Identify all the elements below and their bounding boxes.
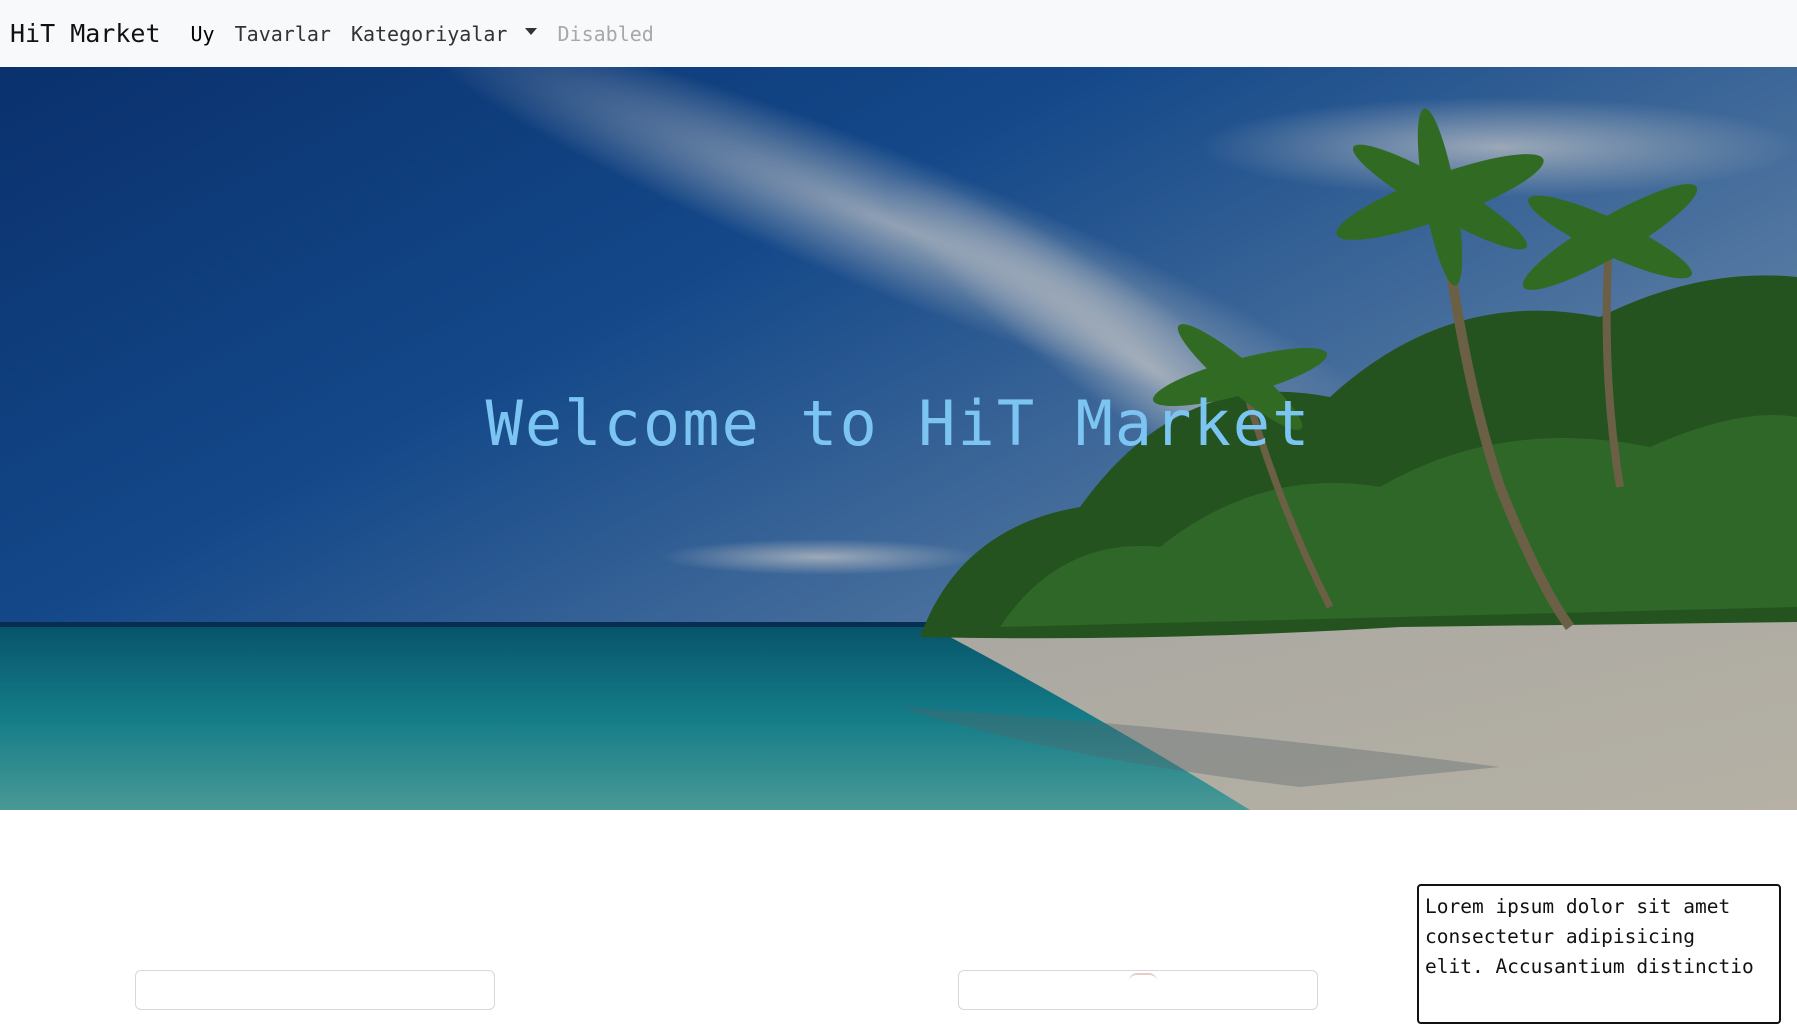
hero-title: Welcome to HiT Market xyxy=(485,387,1312,460)
product-card[interactable] xyxy=(958,970,1318,1010)
navbar: HiT Market Uy Tavarlar Kategoriyalar Dis… xyxy=(0,0,1797,67)
caret-down-icon xyxy=(525,28,538,35)
brand-link[interactable]: HiT Market xyxy=(10,19,161,48)
nav-link-tavarlar[interactable]: Tavarlar xyxy=(235,22,331,46)
nav-link-disabled: Disabled xyxy=(557,21,654,46)
nav-link-uy[interactable]: Uy xyxy=(191,22,215,46)
product-card[interactable] xyxy=(135,970,495,1010)
hero-banner: Welcome to HiT Market xyxy=(0,67,1797,810)
nav-dropdown-kategoriyalar[interactable]: Kategoriyalar xyxy=(351,22,538,46)
nav-dropdown-label: Kategoriyalar xyxy=(350,21,508,46)
description-box: Lorem ipsum dolor sit amet consectetur a… xyxy=(1417,884,1781,1024)
